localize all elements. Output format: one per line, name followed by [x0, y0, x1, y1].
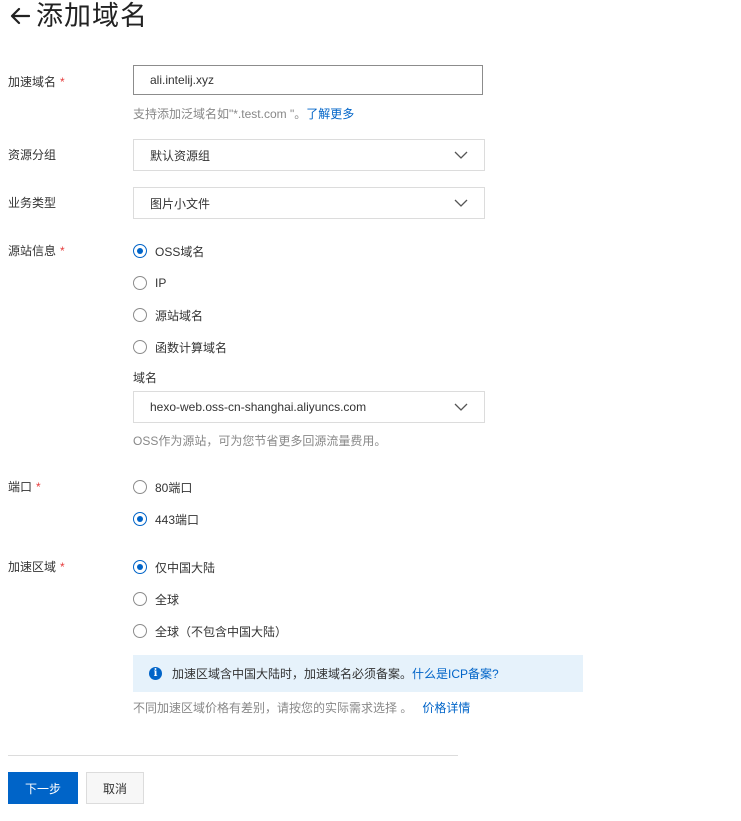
resource-group-select[interactable]: 默认资源组 [133, 139, 485, 171]
next-button[interactable]: 下一步 [8, 772, 78, 804]
required-mark: * [60, 560, 65, 574]
info-icon: i [149, 667, 162, 680]
region-hint: 不同加速区域价格有差别，请按您的实际需求选择 。价格详情 [133, 700, 470, 716]
port-label-text: 端口 [8, 480, 33, 494]
origin-option-oss[interactable]: OSS域名 [133, 243, 204, 259]
origin-domain-select[interactable]: hexo-web.oss-cn-shanghai.aliyuncs.com [133, 391, 485, 423]
origin-option-ip[interactable]: IP [133, 275, 166, 291]
radio-checked[interactable] [133, 560, 147, 574]
pricing-link[interactable]: 价格详情 [422, 701, 470, 715]
origin-label-text: 源站信息 [8, 244, 57, 258]
domain-label: 加速域名 * [8, 74, 65, 90]
add-domain-page: 添加域名 加速域名* 支持添加泛域名如"*.test.com "。了解更多 资源… [0, 0, 741, 821]
port-option-443[interactable]: 443端口 [133, 511, 199, 527]
radio-label: 函数计算域名 [155, 340, 228, 355]
required-mark: * [36, 480, 41, 494]
radio-label: 443端口 [155, 512, 200, 527]
origin-domain-value: hexo-web.oss-cn-shanghai.aliyuncs.com [150, 400, 367, 414]
region-label-text: 加速区域 [8, 560, 57, 574]
resource-group-value: 默认资源组 [150, 148, 211, 163]
radio-checked[interactable] [133, 512, 147, 526]
origin-option-function-compute[interactable]: 函数计算域名 [133, 339, 227, 355]
port-option-80[interactable]: 80端口 [133, 479, 192, 495]
radio-label: OSS域名 [155, 244, 205, 259]
region-option-global-excl-mainland[interactable]: 全球（不包含中国大陆） [133, 623, 287, 639]
radio-label: 仅中国大陆 [155, 560, 216, 575]
radio-unchecked[interactable] [133, 624, 147, 638]
radio-label: 全球 [155, 592, 180, 607]
region-hint-text: 不同加速区域价格有差别，请按您的实际需求选择 。 [133, 701, 413, 715]
radio-checked[interactable] [133, 244, 147, 258]
required-mark: * [60, 244, 65, 258]
radio-label: 80端口 [155, 480, 193, 495]
business-type-label: 业务类型 [8, 196, 57, 210]
origin-label: 源站信息 * [8, 243, 65, 259]
page-title: 添加域名 [36, 1, 148, 31]
origin-domain-label: 域名 [133, 371, 158, 385]
business-type-select[interactable]: 图片小文件 [133, 187, 485, 219]
domain-label-text: 加速域名 [8, 75, 57, 89]
page-header: 添加域名 [8, 0, 148, 32]
info-text: 加速区域含中国大陆时，加速域名必须备案。 [172, 667, 413, 681]
port-label: 端口 * [8, 479, 41, 495]
resource-group-label: 资源分组 [8, 148, 57, 162]
region-option-mainland[interactable]: 仅中国大陆 [133, 559, 215, 575]
icp-link[interactable]: 什么是ICP备案? [412, 665, 499, 682]
region-label: 加速区域 * [8, 559, 65, 575]
chevron-down-icon [454, 198, 468, 208]
icp-info-banner: i 加速区域含中国大陆时，加速域名必须备案。 什么是ICP备案? [133, 655, 583, 692]
arrow-left-icon[interactable] [8, 4, 32, 28]
chevron-down-icon [454, 402, 468, 412]
domain-hint: 支持添加泛域名如"*.test.com "。了解更多 [133, 106, 354, 122]
radio-unchecked[interactable] [133, 340, 147, 354]
business-type-value: 图片小文件 [150, 196, 211, 211]
radio-unchecked[interactable] [133, 480, 147, 494]
origin-option-source-domain[interactable]: 源站域名 [133, 307, 203, 323]
domain-input[interactable] [133, 65, 483, 95]
radio-label: 全球（不包含中国大陆） [155, 624, 288, 639]
radio-unchecked[interactable] [133, 276, 147, 290]
divider [8, 755, 458, 756]
radio-unchecked[interactable] [133, 592, 147, 606]
region-option-global[interactable]: 全球 [133, 591, 179, 607]
radio-label: IP [155, 276, 167, 290]
radio-unchecked[interactable] [133, 308, 147, 322]
chevron-down-icon [454, 150, 468, 160]
radio-label: 源站域名 [155, 308, 204, 323]
domain-hint-text: 支持添加泛域名如"*.test.com "。 [133, 107, 307, 121]
learn-more-link[interactable]: 了解更多 [306, 107, 354, 121]
cancel-button[interactable]: 取消 [86, 772, 144, 804]
origin-hint: OSS作为源站，可为您节省更多回源流量费用。 [133, 434, 387, 448]
required-mark: * [60, 75, 65, 89]
